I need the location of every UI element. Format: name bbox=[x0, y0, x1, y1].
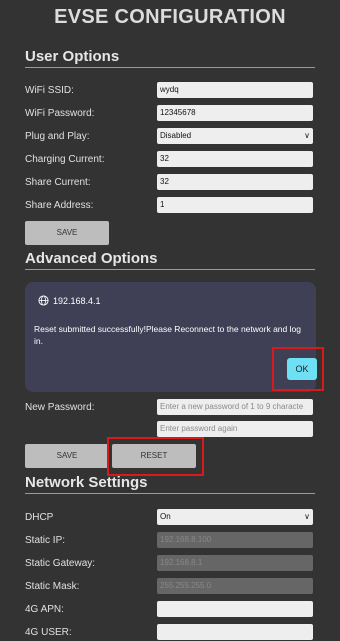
wifi-password-input[interactable]: 12345678 bbox=[157, 105, 313, 121]
user-save-button[interactable]: SAVE bbox=[25, 221, 109, 245]
network-settings-heading: Network Settings bbox=[25, 474, 315, 494]
share-address-input[interactable]: 1 bbox=[157, 197, 313, 213]
plug-and-play-select[interactable]: Disabled ∨ bbox=[157, 128, 313, 144]
ok-button[interactable]: OK bbox=[287, 358, 317, 380]
apn-label: 4G APN: bbox=[25, 604, 64, 615]
page-title: EVSE CONFIGURATION bbox=[54, 6, 286, 28]
share-current-label: Share Current: bbox=[25, 177, 91, 188]
static-mask-input[interactable]: 255.255.255.0 bbox=[157, 578, 313, 594]
new-password-label: New Password: bbox=[25, 402, 95, 413]
plug-and-play-value: Disabled bbox=[160, 131, 192, 140]
user-4g-input[interactable] bbox=[157, 624, 313, 640]
static-ip-label: Static IP: bbox=[25, 535, 66, 546]
new-password-input[interactable]: Enter a new password of 1 to 9 characte bbox=[157, 399, 313, 415]
alert-dialog: 192.168.4.1 Reset submitted successfully… bbox=[25, 282, 317, 392]
reset-button[interactable]: RESET bbox=[112, 444, 196, 468]
chevron-down-icon: ∨ bbox=[304, 512, 310, 521]
static-gateway-input[interactable]: 192.168.8.1 bbox=[157, 555, 313, 571]
globe-icon bbox=[38, 295, 49, 306]
dhcp-value: On bbox=[160, 512, 171, 521]
dialog-message: Reset submitted successfully!Please Reco… bbox=[34, 324, 301, 346]
dialog-host-text: 192.168.4.1 bbox=[53, 295, 101, 306]
user-options-heading: User Options bbox=[25, 48, 315, 68]
wifi-ssid-input[interactable]: wydq bbox=[157, 82, 313, 98]
dialog-host: 192.168.4.1 bbox=[38, 295, 101, 306]
confirm-password-input[interactable]: Enter password again bbox=[157, 421, 313, 437]
static-gateway-label: Static Gateway: bbox=[25, 558, 96, 569]
static-mask-label: Static Mask: bbox=[25, 581, 80, 592]
plug-and-play-label: Plug and Play: bbox=[25, 131, 90, 142]
dhcp-select[interactable]: On ∨ bbox=[157, 509, 313, 525]
share-address-label: Share Address: bbox=[25, 200, 94, 211]
apn-input[interactable] bbox=[157, 601, 313, 617]
wifi-password-label: WiFi Password: bbox=[25, 108, 95, 119]
advanced-save-button[interactable]: SAVE bbox=[25, 444, 109, 468]
charging-current-label: Charging Current: bbox=[25, 154, 105, 165]
user-4g-label: 4G USER: bbox=[25, 627, 72, 638]
static-ip-input[interactable]: 192.168.8.100 bbox=[157, 532, 313, 548]
dhcp-label: DHCP bbox=[25, 512, 54, 523]
share-current-input[interactable]: 32 bbox=[157, 174, 313, 190]
wifi-ssid-label: WiFi SSID: bbox=[25, 85, 74, 96]
advanced-options-heading: Advanced Options bbox=[25, 250, 315, 270]
chevron-down-icon: ∨ bbox=[304, 131, 310, 140]
charging-current-input[interactable]: 32 bbox=[157, 151, 313, 167]
